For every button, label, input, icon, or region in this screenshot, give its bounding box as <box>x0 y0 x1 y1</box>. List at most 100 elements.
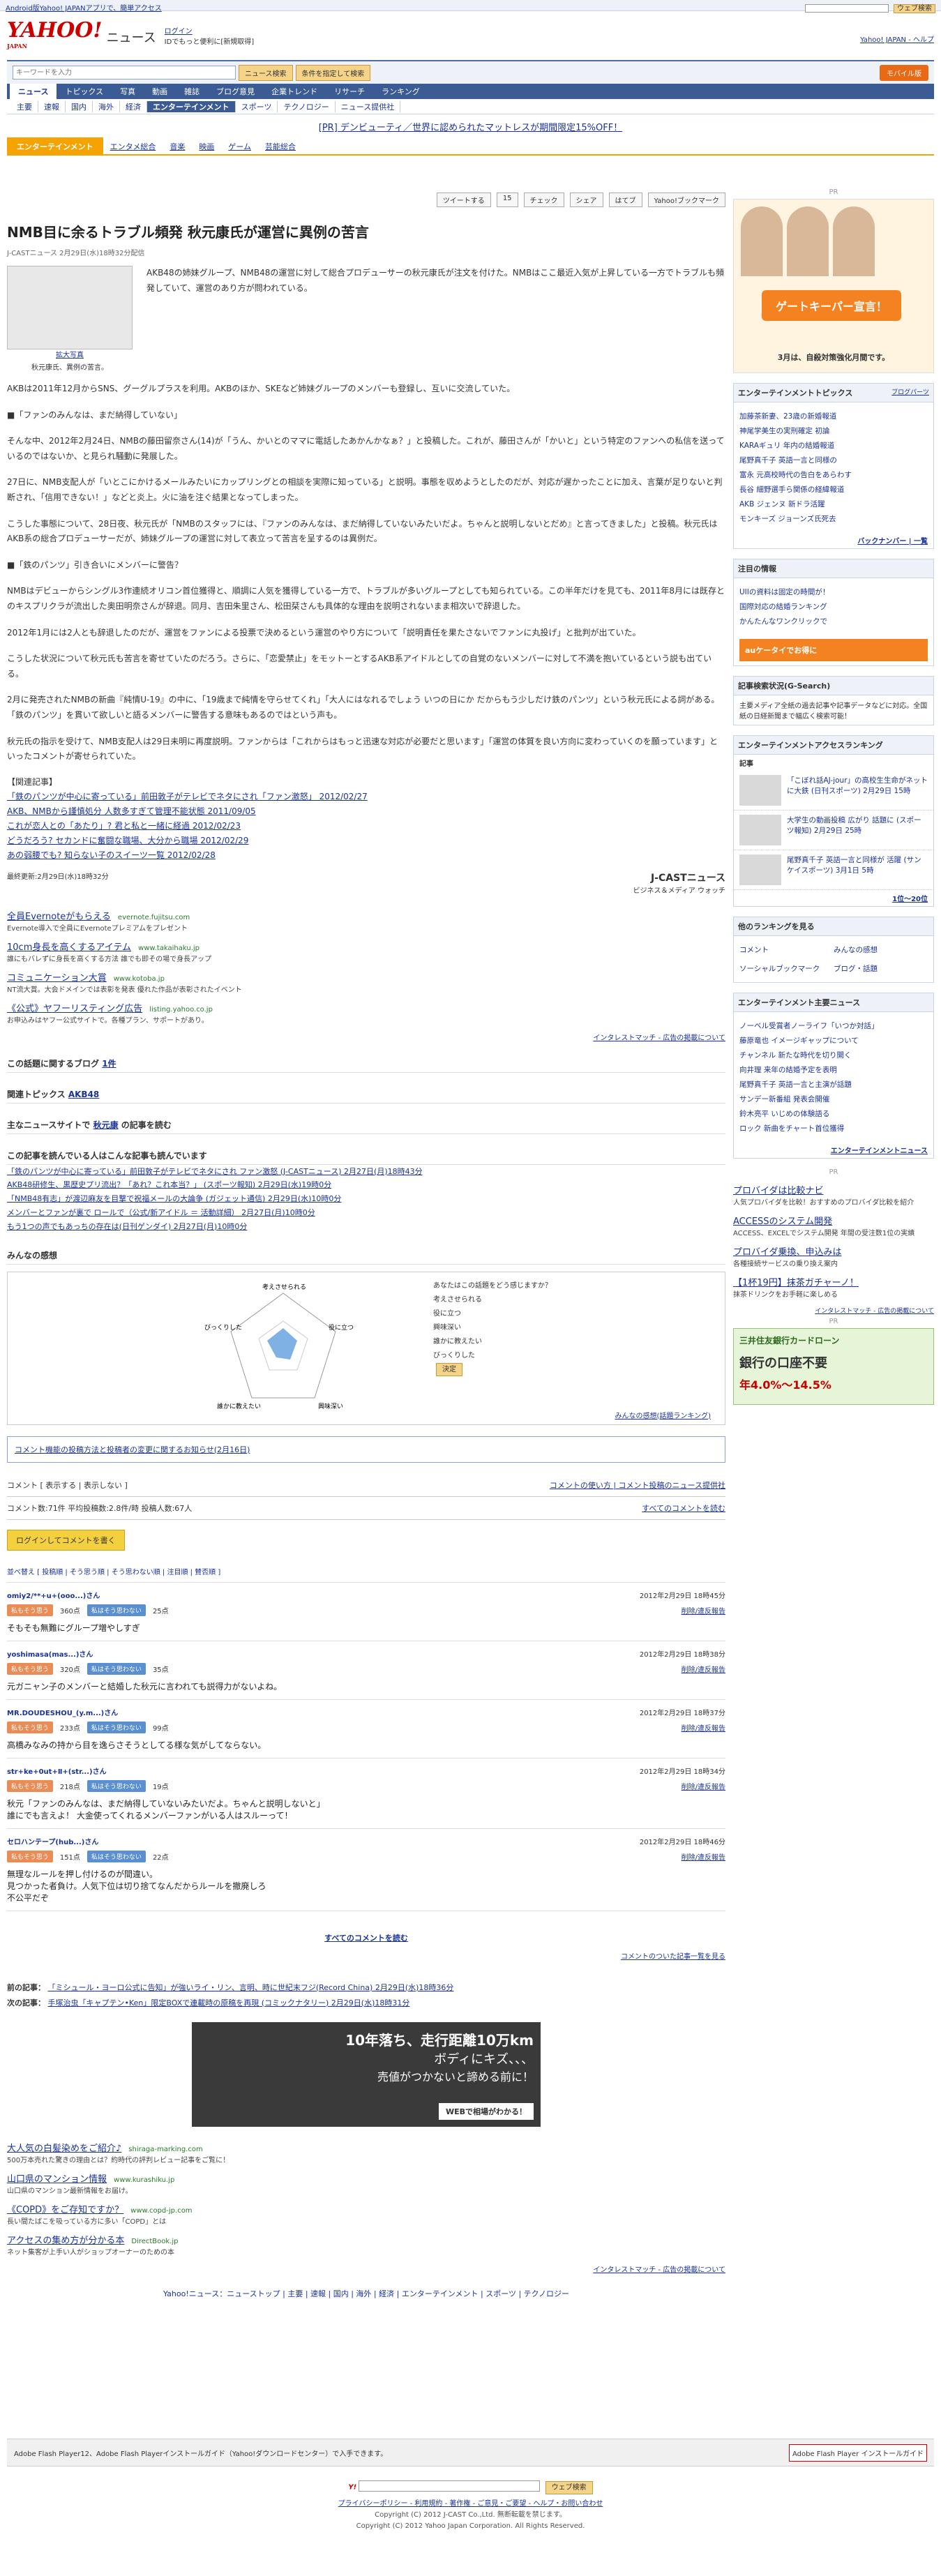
yahoo-logo[interactable]: YAHOO! JAPAN <box>7 18 103 50</box>
report-link[interactable]: 削除/違反報告 <box>682 1605 725 1615</box>
snav-sports[interactable]: スポーツ <box>236 100 278 112</box>
comment-user[interactable]: セロハンテープ(hub...)さん <box>7 1836 98 1846</box>
major-news-link[interactable]: 向井理 来年の結婚予定を表明 <box>739 1064 928 1075</box>
feelings-option[interactable]: びっくりした <box>433 1349 559 1363</box>
jcast-logo[interactable]: J-CASTニュース ビジネス＆メディア ウォッチ <box>633 871 725 895</box>
news-search-input[interactable] <box>13 66 236 80</box>
gnav-photo[interactable]: 写真 <box>112 84 144 99</box>
gnav-blog[interactable]: ブログ意見 <box>208 84 263 99</box>
interest-match-link[interactable]: インタレストマッチ - 広告の掲載について <box>7 2264 725 2274</box>
gatekeeper-ad[interactable]: ゲートキーパー宣言！ 3月は、自殺対策強化月間です。 <box>733 199 934 373</box>
yahoo-bookmark-button[interactable]: Yahoo!ブックマーク <box>647 193 725 207</box>
ranking-more-link[interactable]: 1位〜20位 <box>734 890 933 906</box>
report-link[interactable]: 削除/違反報告 <box>682 1664 725 1674</box>
gnav-video[interactable]: 動画 <box>144 84 176 99</box>
also-read-item[interactable]: もう1つの声でもあっちの存在は(日刊ゲンダイ) 2月27日(月)10時0分 <box>7 1220 725 1234</box>
hatena-button[interactable]: はてブ <box>608 193 642 207</box>
disagree-button[interactable]: 私はそう思わない <box>86 1779 146 1792</box>
article-photo[interactable]: 拡大写真 秋元康氏、異例の苦言。 <box>7 266 133 375</box>
ranking-link[interactable]: コメント <box>739 944 834 955</box>
watch-link[interactable]: UIIの資料は固定の時間が！ <box>739 587 928 597</box>
snav-entertainment[interactable]: エンターテインメント <box>147 100 236 112</box>
ranking-link[interactable]: ブログ・話題 <box>834 963 928 974</box>
text-ad[interactable]: 10cm身長を高くするアイテム www.takaihaku.jp 誰にもバレずに身… <box>7 940 725 963</box>
blog-count-link[interactable]: 1件 <box>102 1059 116 1069</box>
major-news-link[interactable]: チャンネル 新たな時代を切り開く <box>739 1050 928 1060</box>
comment-user[interactable]: MR.DOUDESHOU_(y.m...)さん <box>7 1707 118 1717</box>
related-link[interactable]: これが恋人との「あたり」? 君と私と一緒に経過 2012/02/23 <box>7 820 725 831</box>
interest-match-link[interactable]: インタレストマッチ - 広告の掲載について <box>7 1032 725 1042</box>
car-ad-banner[interactable]: 10年落ち、走行距離10万km ボディにキズ、、、 売値がつかないと諦める前に！… <box>192 2021 541 2127</box>
gnav-topics[interactable]: トピックス <box>57 84 112 99</box>
person-link[interactable]: 秋元康 <box>93 1120 119 1130</box>
snav-tech[interactable]: テクノロジー <box>278 100 336 112</box>
text-ad[interactable]: アクセスの集め方が分かる本 DirectBook.jp ネット集客が上手い人がショッ… <box>7 2233 725 2257</box>
yahoo-logo-small[interactable]: Y! <box>348 2484 356 2492</box>
comment-display-toggle[interactable]: コメント [ 表示する | 表示しない ] <box>7 1479 128 1491</box>
category-sub-celebrity[interactable]: 芸能総合 <box>258 141 303 152</box>
login-link[interactable]: ログイン <box>165 25 254 36</box>
article-image[interactable] <box>7 266 133 349</box>
bottom-search-input[interactable] <box>359 2480 541 2492</box>
gnav-news[interactable]: ニュース <box>10 84 57 99</box>
category-sub-movie[interactable]: 映画 <box>192 141 221 152</box>
disagree-button[interactable]: 私はそう思わない <box>86 1662 146 1675</box>
report-link[interactable]: 削除/違反報告 <box>682 1851 725 1862</box>
feelings-ranking-link[interactable]: みんなの感想(話題ランキング) <box>615 1410 711 1420</box>
comment-user[interactable]: str+ke+0ut+Ⅱ+(str...)さん <box>7 1765 107 1776</box>
major-news-link[interactable]: ロック 新曲をチャート首位獲得 <box>739 1123 928 1133</box>
snav-providers[interactable]: ニュース提供社 <box>336 100 401 112</box>
comment-articles-link[interactable]: コメントのついた記事一覧を見る <box>7 1950 725 1961</box>
major-news-link[interactable]: 尾野真千子 英語一言と主演が話題 <box>739 1079 928 1090</box>
post-comment-button[interactable]: ログインしてコメントを書く <box>7 1529 125 1551</box>
bank-ad[interactable]: 三井住友銀行カードローン 銀行の口座不要 年4.0%〜14.5% <box>733 1328 934 1405</box>
category-sub-music[interactable]: 音楽 <box>163 141 192 152</box>
gnav-research[interactable]: リサーチ <box>326 84 373 99</box>
feelings-submit-button[interactable]: 決定 <box>436 1362 462 1376</box>
category-sub-game[interactable]: ゲーム <box>221 141 258 152</box>
report-link[interactable]: 削除/違反報告 <box>682 1781 725 1791</box>
major-news-more-link[interactable]: エンターテインメントニュース <box>734 1142 933 1158</box>
next-article-link[interactable]: 手塚治虫「キャプテン•Ken」限定BOXで連載時の原稿を再現 (コミックナタリー… <box>48 1998 410 2008</box>
news-search-button[interactable]: ニュース検索 <box>239 64 293 81</box>
category-sub-ent[interactable]: エンタメ総合 <box>103 141 163 152</box>
tweet-button[interactable]: ツイートする <box>436 193 491 207</box>
topic-link[interactable]: 尾野真千子 英語一言と同様の <box>739 455 928 465</box>
facebook-share-button[interactable]: シェア <box>569 193 603 207</box>
text-ad[interactable]: ACCESSのシステム開発 ACCESS、EXCELでシステム開発 年間の受注数1… <box>733 1214 934 1237</box>
ranking-item[interactable]: 大学生の動画投稿 広がり 話題に (スポーツ報知) 2月29日 25時 <box>734 811 933 850</box>
text-ad[interactable]: 【1杯19円】抹茶ガチャーノ！ 抹茶ドリンクをお手軽に楽しめる <box>733 1275 934 1299</box>
backnumber-link[interactable]: バックナンバー | 一覧 <box>734 532 933 548</box>
also-read-item[interactable]: 「鉄のパンツが中心に寄っている」前田敦子がテレビでネタにされ ファン激怒 (J-… <box>7 1165 725 1179</box>
snav-economy[interactable]: 経済 <box>120 100 147 112</box>
text-ad[interactable]: 全員Evernoteがもらえる evernote.fujitsu.com Ever… <box>7 909 725 933</box>
interest-match-link[interactable]: インタレストマッチ - 広告の掲載について <box>733 1306 934 1315</box>
ranking-item[interactable]: 尾野真千子 英語一言と同様が 活躍 (サンケイスポーツ) 3月1日 5時 <box>734 850 933 890</box>
feelings-option[interactable]: 興味深い <box>433 1321 559 1335</box>
ranking-link[interactable]: ソーシャルブックマーク <box>739 963 834 974</box>
topic-link[interactable]: モンキーズ ジョーンズ氏死去 <box>739 513 928 524</box>
also-read-item[interactable]: メンバーとファンが裏で ロールで（公式/新アイドル ＝ 活動詳細） 2月27日(… <box>7 1206 725 1220</box>
also-read-item[interactable]: AKB48研修生、黒歴史プリ流出？「あれ？これ本当？」 (スポーツ報知) 2月2… <box>7 1178 725 1192</box>
enlarge-photo-link[interactable]: 拡大写真 <box>7 349 133 362</box>
gnav-business[interactable]: 企業トレンド <box>263 84 326 99</box>
topic-link[interactable]: 神尾学美生の実刑確定 初論 <box>739 425 928 436</box>
read-all-comments-link[interactable]: すべてのコメントを読む <box>642 1502 725 1514</box>
related-link[interactable]: あの弱腰でも? 知らない子のスイーツ一覧 2012/02/28 <box>7 849 725 861</box>
report-link[interactable]: 削除/違反報告 <box>682 1722 725 1733</box>
footer-nav[interactable]: Yahoo!ニュース：ニューストップ | 主要 | 速報 | 国内 | 海外 |… <box>7 2288 725 2299</box>
comment-sort-bar[interactable]: 並べ替え [ 投稿順 | そう思う順 | そう思わない順 | 注目順 | 賛否順… <box>7 1560 725 1583</box>
text-ad[interactable]: 大人気の白髪染めをご紹介♪ shiraga-marking.com 500万本売れた… <box>7 2141 725 2164</box>
agree-button[interactable]: 私もそう思う <box>7 1604 53 1616</box>
text-ad[interactable]: プロバイダ乗換、申込みは 各種接続サービスの乗り換え案内 <box>733 1244 934 1268</box>
topic-link[interactable]: KARAギュリ 年内の結婚報道 <box>739 440 928 451</box>
mobile-version-button[interactable]: モバイル版 <box>880 64 928 81</box>
major-news-link[interactable]: 藤原竜也 イメージギャップについて <box>739 1035 928 1046</box>
watch-link[interactable]: かんたんなワンクリックで <box>739 616 928 626</box>
gnav-ranking[interactable]: ランキング <box>373 84 428 99</box>
related-link[interactable]: 「鉄のパンツが中心に寄っている」前田敦子がテレビでネタにされ「ファン激怒」 20… <box>7 790 725 802</box>
topic-link[interactable]: 長谷 細野選手ら関係の経緯報道 <box>739 484 928 495</box>
text-ad[interactable]: 山口県のマンション情報 www.kurashiku.jp 山口県のマンション最新情報… <box>7 2171 725 2195</box>
major-news-link[interactable]: 鈴木亮平 いじめの体験語る <box>739 1108 928 1119</box>
topics-link[interactable]: AKB48 <box>68 1090 99 1099</box>
